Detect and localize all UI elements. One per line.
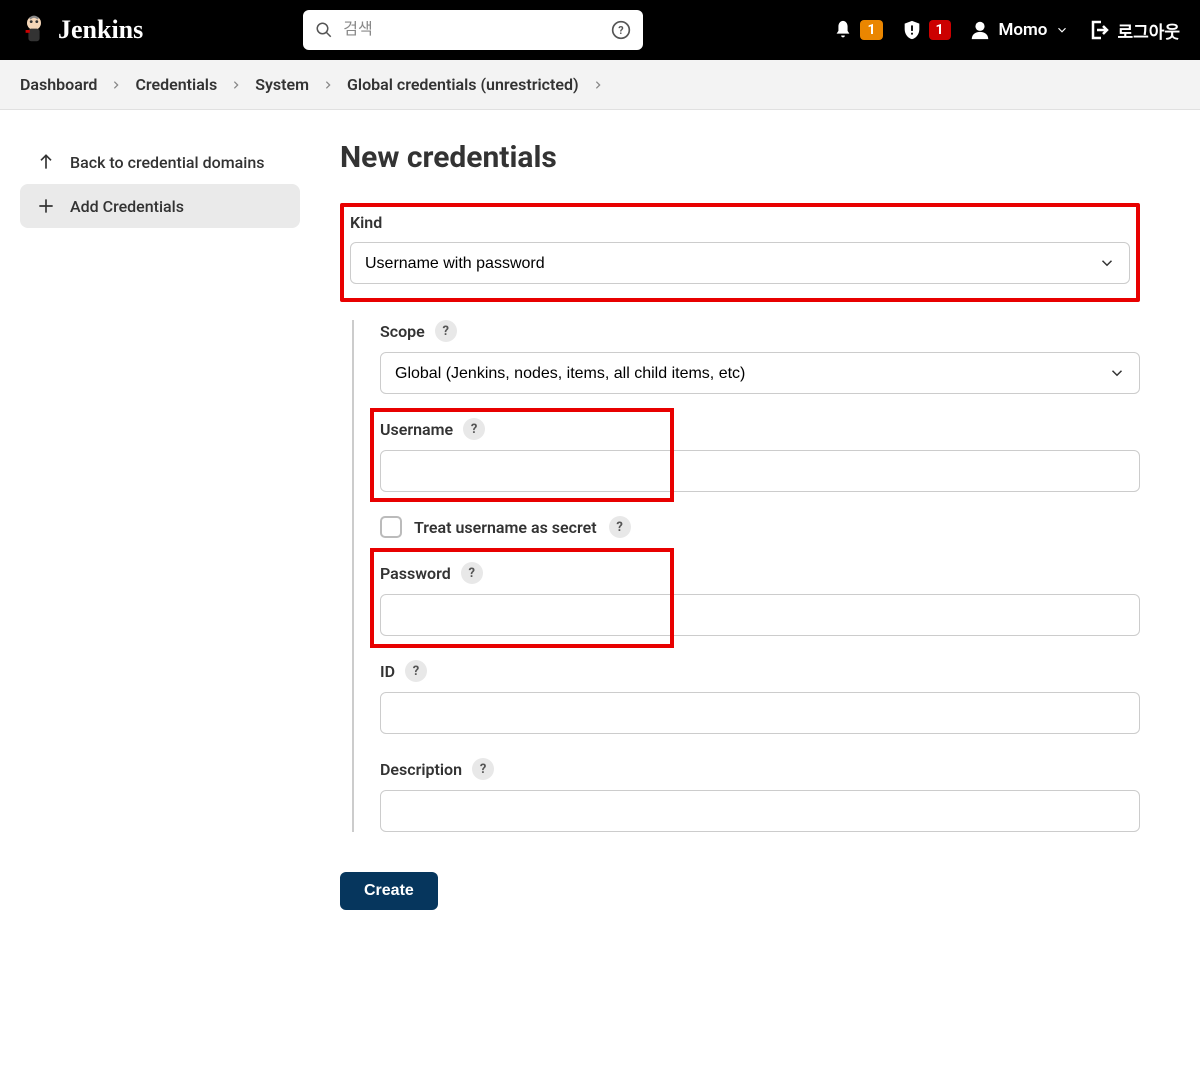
scope-select[interactable]: Global (Jenkins, nodes, items, all child… <box>380 352 1140 394</box>
header: Jenkins ? 1 1 Momo 로그아웃 <box>0 0 1200 60</box>
treat-secret-checkbox[interactable] <box>380 516 402 538</box>
logout-icon <box>1087 18 1111 42</box>
user-menu[interactable]: Momo <box>969 19 1070 41</box>
label-password: Password ? <box>380 562 1140 584</box>
chevron-right-icon <box>111 80 121 90</box>
page-title: New credentials <box>340 140 1140 175</box>
field-kind: Kind Username with password <box>350 213 1130 284</box>
treat-secret-label: Treat username as secret <box>414 518 597 537</box>
field-scope: Scope ? Global (Jenkins, nodes, items, a… <box>380 320 1140 394</box>
brand-text: Jenkins <box>58 15 143 45</box>
user-icon <box>969 19 991 41</box>
kind-select[interactable]: Username with password <box>350 242 1130 284</box>
scope-select-wrap: Global (Jenkins, nodes, items, all child… <box>380 352 1140 394</box>
help-treat-secret[interactable]: ? <box>609 516 631 538</box>
create-button[interactable]: Create <box>340 872 438 910</box>
shield-alert-icon <box>901 19 923 41</box>
breadcrumb-global[interactable]: Global credentials (unrestricted) <box>347 75 579 94</box>
sidebar-back-label: Back to credential domains <box>70 153 264 172</box>
header-right: 1 1 Momo 로그아웃 <box>832 18 1180 43</box>
help-scope[interactable]: ? <box>435 320 457 342</box>
logout-button[interactable]: 로그아웃 <box>1087 18 1180 43</box>
label-description: Description ? <box>380 758 1140 780</box>
help-username[interactable]: ? <box>463 418 485 440</box>
sidebar-add-label: Add Credentials <box>70 197 184 216</box>
sidebar-item-add[interactable]: Add Credentials <box>20 184 300 228</box>
search-wrap: ? <box>303 10 643 50</box>
field-username-wrap: Username ? <box>380 418 1140 492</box>
plus-icon <box>36 196 56 216</box>
username-text: Momo <box>999 20 1048 40</box>
search-box[interactable]: ? <box>303 10 643 50</box>
field-username: Username ? <box>380 418 1140 492</box>
highlight-kind: Kind Username with password <box>340 203 1140 302</box>
password-input[interactable] <box>380 594 1140 636</box>
username-input[interactable] <box>380 450 1140 492</box>
label-username: Username ? <box>380 418 1140 440</box>
security-badge: 1 <box>929 20 951 40</box>
id-input[interactable] <box>380 692 1140 734</box>
logo-area[interactable]: Jenkins <box>20 13 143 47</box>
sidebar-item-back[interactable]: Back to credential domains <box>20 140 300 184</box>
field-description: Description ? <box>380 758 1140 832</box>
chevron-right-icon <box>231 80 241 90</box>
page-body: Back to credential domains Add Credentia… <box>0 110 1200 950</box>
breadcrumb: Dashboard Credentials System Global cred… <box>0 60 1200 110</box>
breadcrumb-system[interactable]: System <box>255 75 309 94</box>
notifications-group[interactable]: 1 <box>832 19 882 41</box>
arrow-up-icon <box>36 152 56 172</box>
label-scope: Scope ? <box>380 320 1140 342</box>
security-group[interactable]: 1 <box>901 19 951 41</box>
search-icon <box>315 21 333 39</box>
logout-text: 로그아웃 <box>1117 18 1180 43</box>
breadcrumb-dashboard[interactable]: Dashboard <box>20 75 97 94</box>
chevron-right-icon <box>323 80 333 90</box>
description-input[interactable] <box>380 790 1140 832</box>
label-id: ID ? <box>380 660 1140 682</box>
field-treat-secret: Treat username as secret ? <box>380 516 1140 538</box>
kind-select-wrap: Username with password <box>350 242 1130 284</box>
help-password[interactable]: ? <box>461 562 483 584</box>
search-input[interactable] <box>343 21 601 39</box>
indented-section: Scope ? Global (Jenkins, nodes, items, a… <box>352 320 1140 832</box>
help-circle-icon[interactable]: ? <box>611 20 631 40</box>
label-kind: Kind <box>350 213 1130 232</box>
jenkins-logo-icon <box>20 13 48 47</box>
field-password: Password ? <box>380 562 1140 636</box>
field-password-wrap: Password ? <box>380 562 1140 636</box>
chevron-right-icon <box>593 80 603 90</box>
help-description[interactable]: ? <box>472 758 494 780</box>
svg-text:?: ? <box>619 24 624 37</box>
breadcrumb-credentials[interactable]: Credentials <box>135 75 217 94</box>
notification-badge: 1 <box>860 20 882 40</box>
content: New credentials Kind Username with passw… <box>340 140 1140 910</box>
sidebar: Back to credential domains Add Credentia… <box>20 140 300 910</box>
checkbox-row-treat-secret: Treat username as secret ? <box>380 516 1140 538</box>
help-id[interactable]: ? <box>405 660 427 682</box>
chevron-down-icon <box>1055 23 1069 37</box>
field-id: ID ? <box>380 660 1140 734</box>
bell-icon <box>832 19 854 41</box>
